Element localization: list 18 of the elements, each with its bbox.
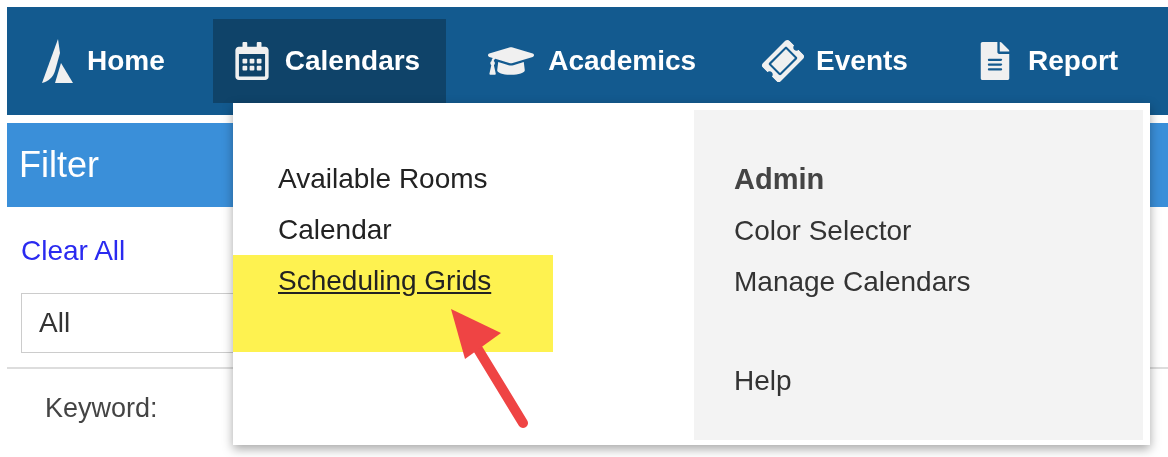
nav-tab[interactable]: Academics [468, 19, 723, 103]
menu-heading: Admin [734, 162, 826, 197]
logo-icon [41, 39, 73, 83]
keyword-label: Keyword: [45, 393, 158, 424]
nav-tab[interactable]: Calendars [212, 19, 447, 103]
menu-item[interactable]: Color Selector [734, 205, 1143, 256]
calendar-icon [232, 42, 271, 80]
filter-title: Filter [19, 144, 99, 186]
nav-tab[interactable]: Report [955, 19, 1145, 103]
clear-all-link[interactable]: Clear All [21, 235, 126, 267]
menu-item[interactable]: Scheduling Grids [233, 255, 553, 352]
menu-item[interactable]: Available Rooms [233, 153, 553, 204]
nav-tab[interactable]: Events [744, 19, 934, 103]
menu-item[interactable]: Manage Calendars [734, 256, 1143, 307]
menu-item[interactable]: Help [734, 355, 1143, 406]
ticket-icon [764, 42, 803, 80]
menu-item[interactable]: Calendar [233, 204, 553, 255]
nav-tab[interactable]: Home [21, 19, 191, 103]
